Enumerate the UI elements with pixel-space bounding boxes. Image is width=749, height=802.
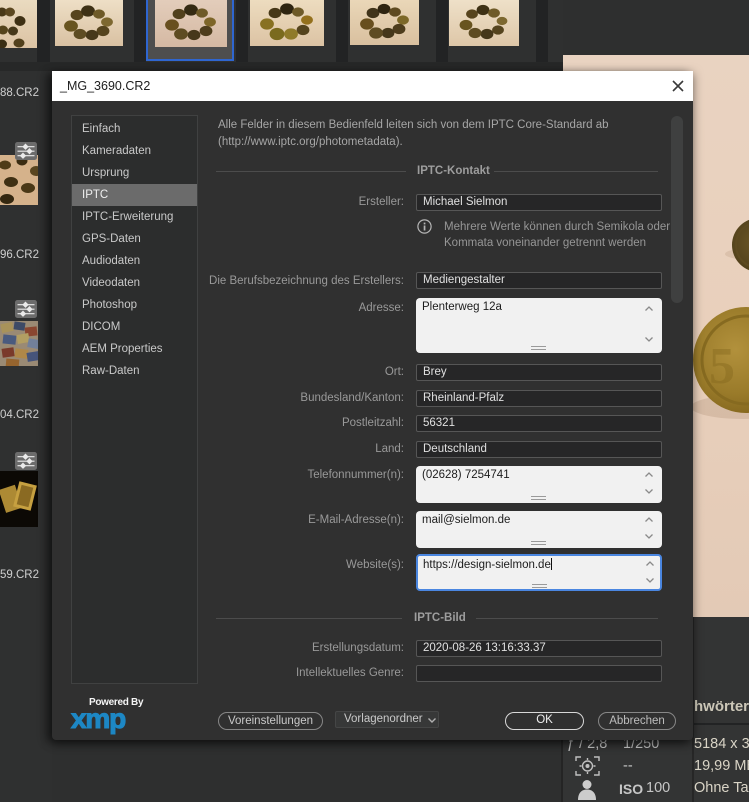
svg-text:5: 5 <box>709 338 735 395</box>
